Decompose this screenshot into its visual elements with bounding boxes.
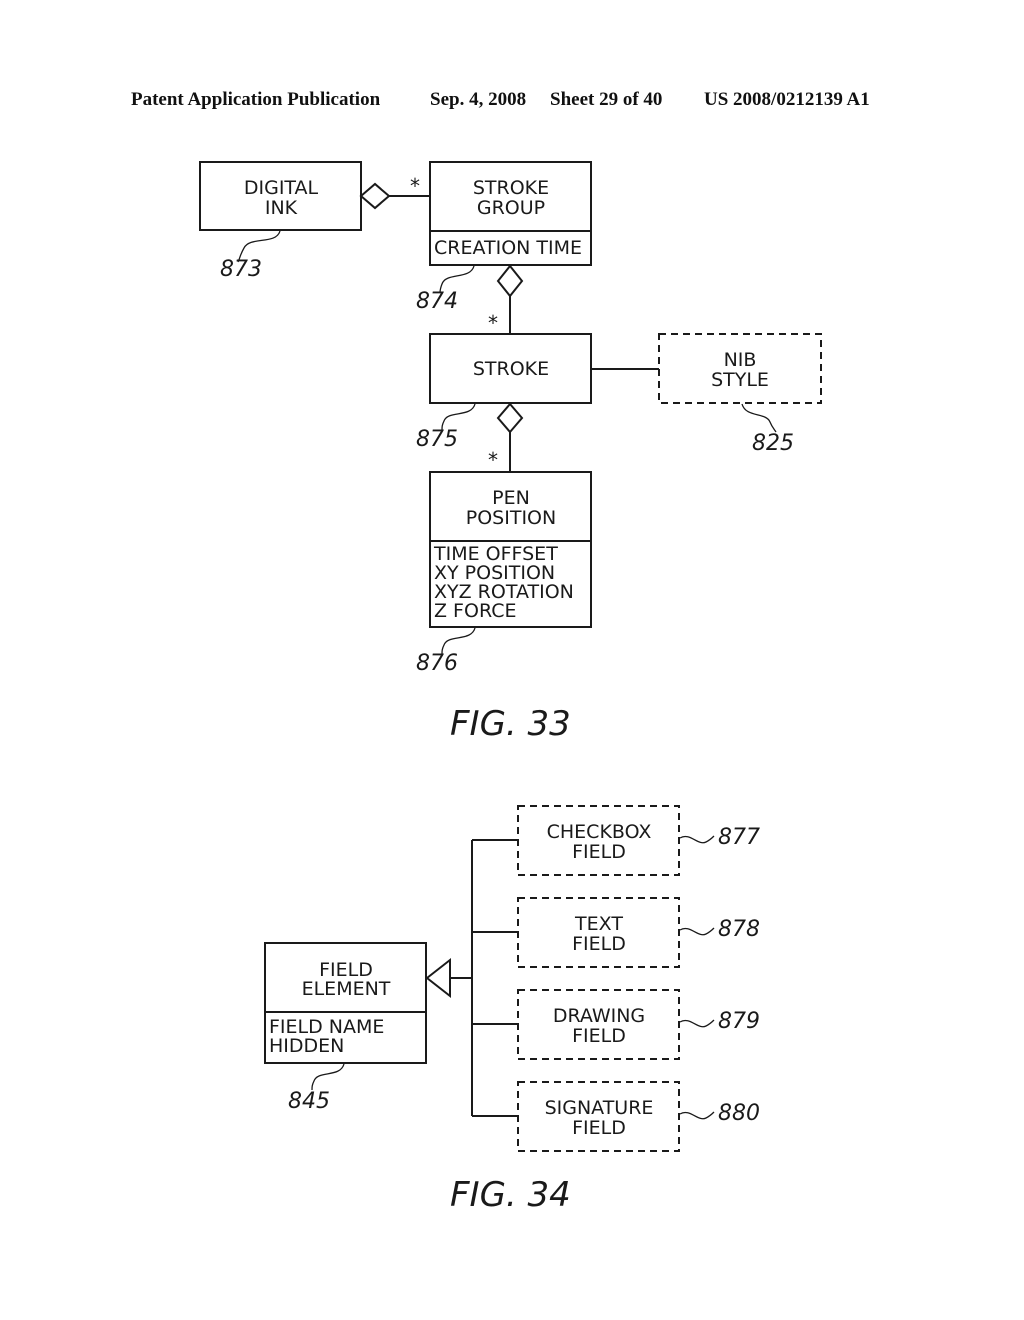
stroke-group-label-2: GROUP (477, 197, 545, 219)
nib-style-label-1: NIB (724, 349, 757, 371)
patent-diagram: DIGITAL INK 873 * STROKE GROUP CREATION … (199, 161, 822, 1215)
class-stroke: STROKE (429, 333, 592, 404)
signature-field-label-2: FIELD (572, 1117, 626, 1139)
ref-878: 878 (718, 917, 760, 942)
ref-845: 845 (288, 1089, 330, 1114)
stroke-group-attr-creation-time: CREATION TIME (434, 237, 582, 259)
stroke-group-label-1: STROKE (473, 177, 549, 199)
leader-878 (679, 927, 715, 936)
drawing-field-label-1: DRAWING (553, 1005, 645, 1027)
leader-879 (679, 1019, 715, 1028)
pen-position-attr-z-force: Z FORCE (434, 600, 516, 622)
aggregation-diamond-icon (359, 182, 391, 210)
aggregation-diamond-icon (496, 264, 524, 298)
figure-caption-33: FIG. 33 (450, 704, 571, 744)
leader-825 (741, 403, 777, 433)
aggregation-diamond-icon (496, 402, 524, 434)
class-stroke-group: STROKE GROUP CREATION TIME (429, 161, 592, 266)
class-digital-ink: DIGITAL INK (199, 161, 362, 231)
leader-880 (679, 1111, 715, 1120)
ref-877: 877 (718, 825, 760, 850)
class-nib-style: NIB STYLE (658, 333, 822, 404)
ref-876: 876 (416, 651, 458, 676)
class-checkbox-field: CHECKBOX FIELD (517, 805, 680, 876)
signature-field-label-1: SIGNATURE (545, 1097, 654, 1119)
figure-caption-34: FIG. 34 (450, 1175, 571, 1215)
digital-ink-label-2: INK (265, 197, 298, 219)
text-field-label-1: TEXT (574, 913, 623, 935)
leader-877 (679, 835, 715, 844)
drawing-field-label-2: FIELD (572, 1025, 626, 1047)
class-drawing-field: DRAWING FIELD (517, 989, 680, 1060)
pen-position-label-2: POSITION (466, 507, 556, 529)
ref-873: 873 (220, 257, 262, 282)
class-text-field: TEXT FIELD (517, 897, 680, 968)
class-signature-field: SIGNATURE FIELD (517, 1081, 680, 1152)
ref-825: 825 (752, 431, 794, 456)
pen-position-label-1: PEN (492, 487, 530, 509)
stroke-label: STROKE (473, 358, 549, 380)
field-element-label-2: ELEMENT (302, 978, 391, 1000)
text-field-label-2: FIELD (572, 933, 626, 955)
ref-879: 879 (718, 1009, 760, 1034)
class-pen-position: PEN POSITION TIME OFFSET XY POSITION XYZ… (429, 471, 592, 628)
multiplicity-star: * (488, 448, 498, 472)
ref-880: 880 (718, 1101, 760, 1126)
class-field-element: FIELD ELEMENT FIELD NAME HIDDEN (264, 942, 427, 1064)
checkbox-field-label-1: CHECKBOX (547, 821, 652, 843)
ref-874: 874 (416, 289, 458, 314)
multiplicity-star: * (488, 311, 498, 335)
field-element-attr-hidden: HIDDEN (269, 1035, 344, 1057)
digital-ink-label-1: DIGITAL (244, 177, 319, 199)
nib-style-label-2: STYLE (711, 369, 769, 391)
checkbox-field-label-2: FIELD (572, 841, 626, 863)
generalization-triangle-icon (425, 957, 451, 999)
multiplicity-star: * (410, 174, 420, 198)
ref-875: 875 (416, 427, 458, 452)
leader-845 (311, 1063, 345, 1091)
